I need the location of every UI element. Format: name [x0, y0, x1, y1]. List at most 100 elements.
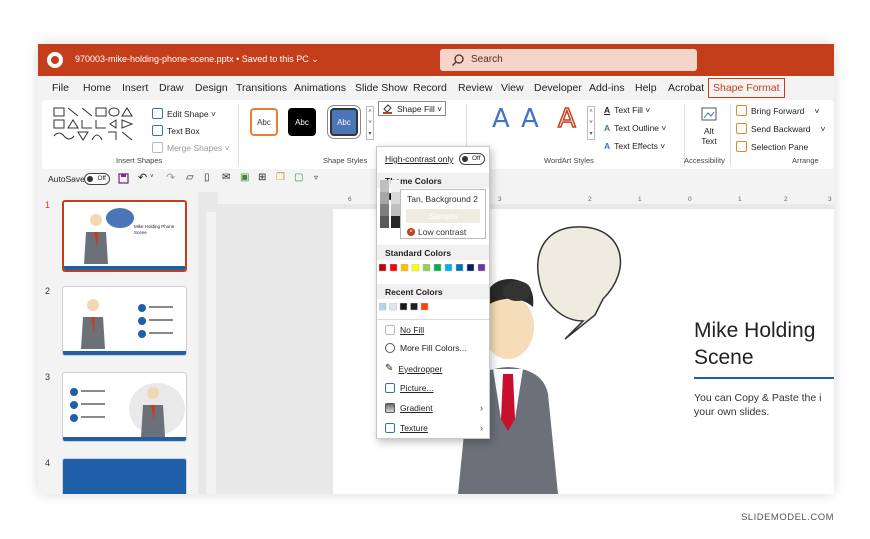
shape-fill-button[interactable]: Shape Fill ˅	[378, 101, 447, 116]
more-fill-colors-item[interactable]: More Fill Colors...	[385, 343, 467, 353]
wordart-style-outline-blue[interactable]: A	[521, 104, 539, 134]
tab-insert[interactable]: Insert	[122, 82, 148, 94]
edit-shape-icon	[152, 108, 163, 119]
group-label-shape-styles: Shape Styles	[323, 156, 368, 165]
color-swatch[interactable]	[400, 264, 409, 272]
shape-style-blue-fill[interactable]: Abc	[327, 105, 361, 139]
slide-editor: 6 5 4 3 2 1 0 1 2 3	[198, 192, 834, 494]
tab-developer[interactable]: Developer	[534, 82, 582, 94]
screen-icon[interactable]: ⊞	[258, 172, 266, 183]
document-title[interactable]: 970003-mike-holding-phone-scene.pptx • S…	[75, 54, 319, 65]
wordart-scroll[interactable]: ˄ ˅ ▾	[587, 106, 595, 140]
slide-thumbnail-4[interactable]	[62, 458, 187, 494]
eyedropper-item[interactable]: ✎ Eyedropper	[385, 363, 442, 374]
tab-view[interactable]: View	[501, 82, 524, 94]
standard-color-row[interactable]	[379, 264, 489, 274]
slide-thumbnail-2[interactable]	[62, 286, 187, 356]
tooltip-sample: Sample	[406, 209, 480, 223]
tab-home[interactable]: Home	[83, 82, 111, 94]
email-icon[interactable]: ✉	[222, 172, 230, 183]
thumbnail-number: 4	[45, 458, 51, 468]
shape-style-orange-outline[interactable]: Abc	[250, 108, 278, 136]
slide-title[interactable]: Mike Holding Scene	[694, 317, 815, 371]
tab-animations[interactable]: Animations	[294, 82, 346, 94]
gradient-submenu-chevron-icon: ›	[480, 403, 483, 413]
undo-dropdown-icon[interactable]: ˅	[150, 174, 154, 180]
shade-column	[380, 180, 400, 228]
new-file-icon[interactable]: ▯	[204, 172, 210, 183]
undo-icon[interactable]: ↶	[138, 171, 147, 184]
ruler-mark: 6	[348, 196, 352, 203]
autosave-toggle[interactable]: Off	[84, 173, 110, 185]
save-icon[interactable]	[118, 173, 129, 184]
customize-qat-icon[interactable]: ▿	[314, 173, 318, 182]
tab-draw[interactable]: Draw	[159, 82, 184, 94]
recent-color-row[interactable]	[379, 303, 439, 313]
color-swatch[interactable]	[466, 264, 475, 272]
tab-review[interactable]: Review	[458, 82, 492, 94]
slide-thumbnail-3[interactable]	[62, 372, 187, 442]
color-swatch[interactable]	[411, 264, 420, 272]
redo-icon[interactable]: ↷	[166, 171, 175, 184]
color-swatch[interactable]	[379, 264, 387, 272]
shapes-gallery[interactable]	[52, 106, 146, 144]
texture-item[interactable]: Texture	[385, 423, 428, 433]
tab-acrobat[interactable]: Acrobat	[668, 82, 704, 94]
tab-file[interactable]: File	[52, 82, 69, 94]
horizontal-ruler: 6 5 4 3 2 1 0 1 2 3	[218, 192, 834, 204]
presenter-icon[interactable]: ▣	[240, 172, 249, 183]
send-backward-button[interactable]: Send Backward ˅	[736, 123, 826, 134]
color-swatch[interactable]	[422, 264, 431, 272]
search-box[interactable]: Search	[440, 49, 697, 71]
open-folder-icon[interactable]: ▱	[186, 172, 194, 183]
ruler-mark: 2	[784, 196, 788, 203]
color-swatch[interactable]	[410, 303, 418, 311]
bring-forward-button[interactable]: Bring Forward ˅	[736, 105, 819, 116]
text-box-button[interactable]: Text Box	[152, 125, 200, 136]
text-fill-button[interactable]: A Text Fill ˅	[604, 105, 650, 115]
alt-text-button[interactable]: Alt Text	[694, 106, 724, 150]
tab-record[interactable]: Record	[413, 82, 447, 94]
selection-pane-icon	[736, 141, 747, 152]
thumbnail-footer	[64, 266, 185, 270]
high-contrast-toggle-row[interactable]: High-contrast only Off	[385, 153, 485, 165]
text-outline-button[interactable]: A Text Outline ˅	[604, 123, 666, 133]
copy-style-icon[interactable]: ❐	[276, 172, 285, 183]
color-swatch[interactable]	[477, 264, 486, 272]
shape-styles-scroll[interactable]: ˄ ˅ ▾	[366, 106, 374, 140]
search-icon	[452, 54, 464, 66]
tab-help[interactable]: Help	[635, 82, 657, 94]
comment-icon[interactable]: ▢	[294, 172, 303, 183]
color-swatch[interactable]	[444, 264, 453, 272]
color-swatch[interactable]	[420, 303, 429, 311]
no-fill-item[interactable]: No Fill	[385, 325, 424, 335]
text-effects-button[interactable]: A Text Effects ˅	[604, 141, 665, 151]
color-swatch[interactable]	[433, 264, 442, 272]
slide-thumbnail-1[interactable]: Mike Holding Phone Scene	[62, 200, 187, 272]
high-contrast-toggle[interactable]: Off	[458, 153, 485, 165]
merge-shapes-button[interactable]: Merge Shapes ˅	[152, 142, 230, 153]
wordart-style-blue[interactable]: A	[492, 104, 510, 134]
bullet-list	[138, 304, 173, 338]
color-swatch[interactable]	[399, 303, 408, 311]
slide-body-text[interactable]: You can Copy & Paste the i your own slid…	[694, 391, 821, 419]
ruler-ticks: 6 5 4 3 2 1 0 1 2 3	[348, 196, 832, 203]
edit-shape-button[interactable]: Edit Shape ˅	[152, 108, 216, 119]
no-fill-icon	[385, 325, 395, 335]
shape-style-black-fill[interactable]: Abc	[288, 108, 316, 136]
color-swatch[interactable]	[455, 264, 464, 272]
title-bar: 970003-mike-holding-phone-scene.pptx • S…	[38, 44, 834, 76]
tab-shape-format[interactable]: Shape Format	[708, 78, 785, 98]
color-swatch[interactable]	[389, 303, 397, 311]
color-swatch[interactable]	[389, 264, 398, 272]
selection-pane-button[interactable]: Selection Pane	[736, 141, 808, 152]
group-label-insert-shapes: Insert Shapes	[116, 156, 163, 165]
picture-item[interactable]: Picture...	[385, 383, 434, 393]
color-swatch[interactable]	[379, 303, 387, 311]
tab-transitions[interactable]: Transitions	[236, 82, 287, 94]
tab-slide-show[interactable]: Slide Show	[355, 82, 408, 94]
tab-design[interactable]: Design	[195, 82, 228, 94]
gradient-item[interactable]: Gradient	[385, 403, 433, 413]
tab-add-ins[interactable]: Add-ins	[589, 82, 625, 94]
wordart-style-red-outline[interactable]: A	[557, 103, 576, 135]
